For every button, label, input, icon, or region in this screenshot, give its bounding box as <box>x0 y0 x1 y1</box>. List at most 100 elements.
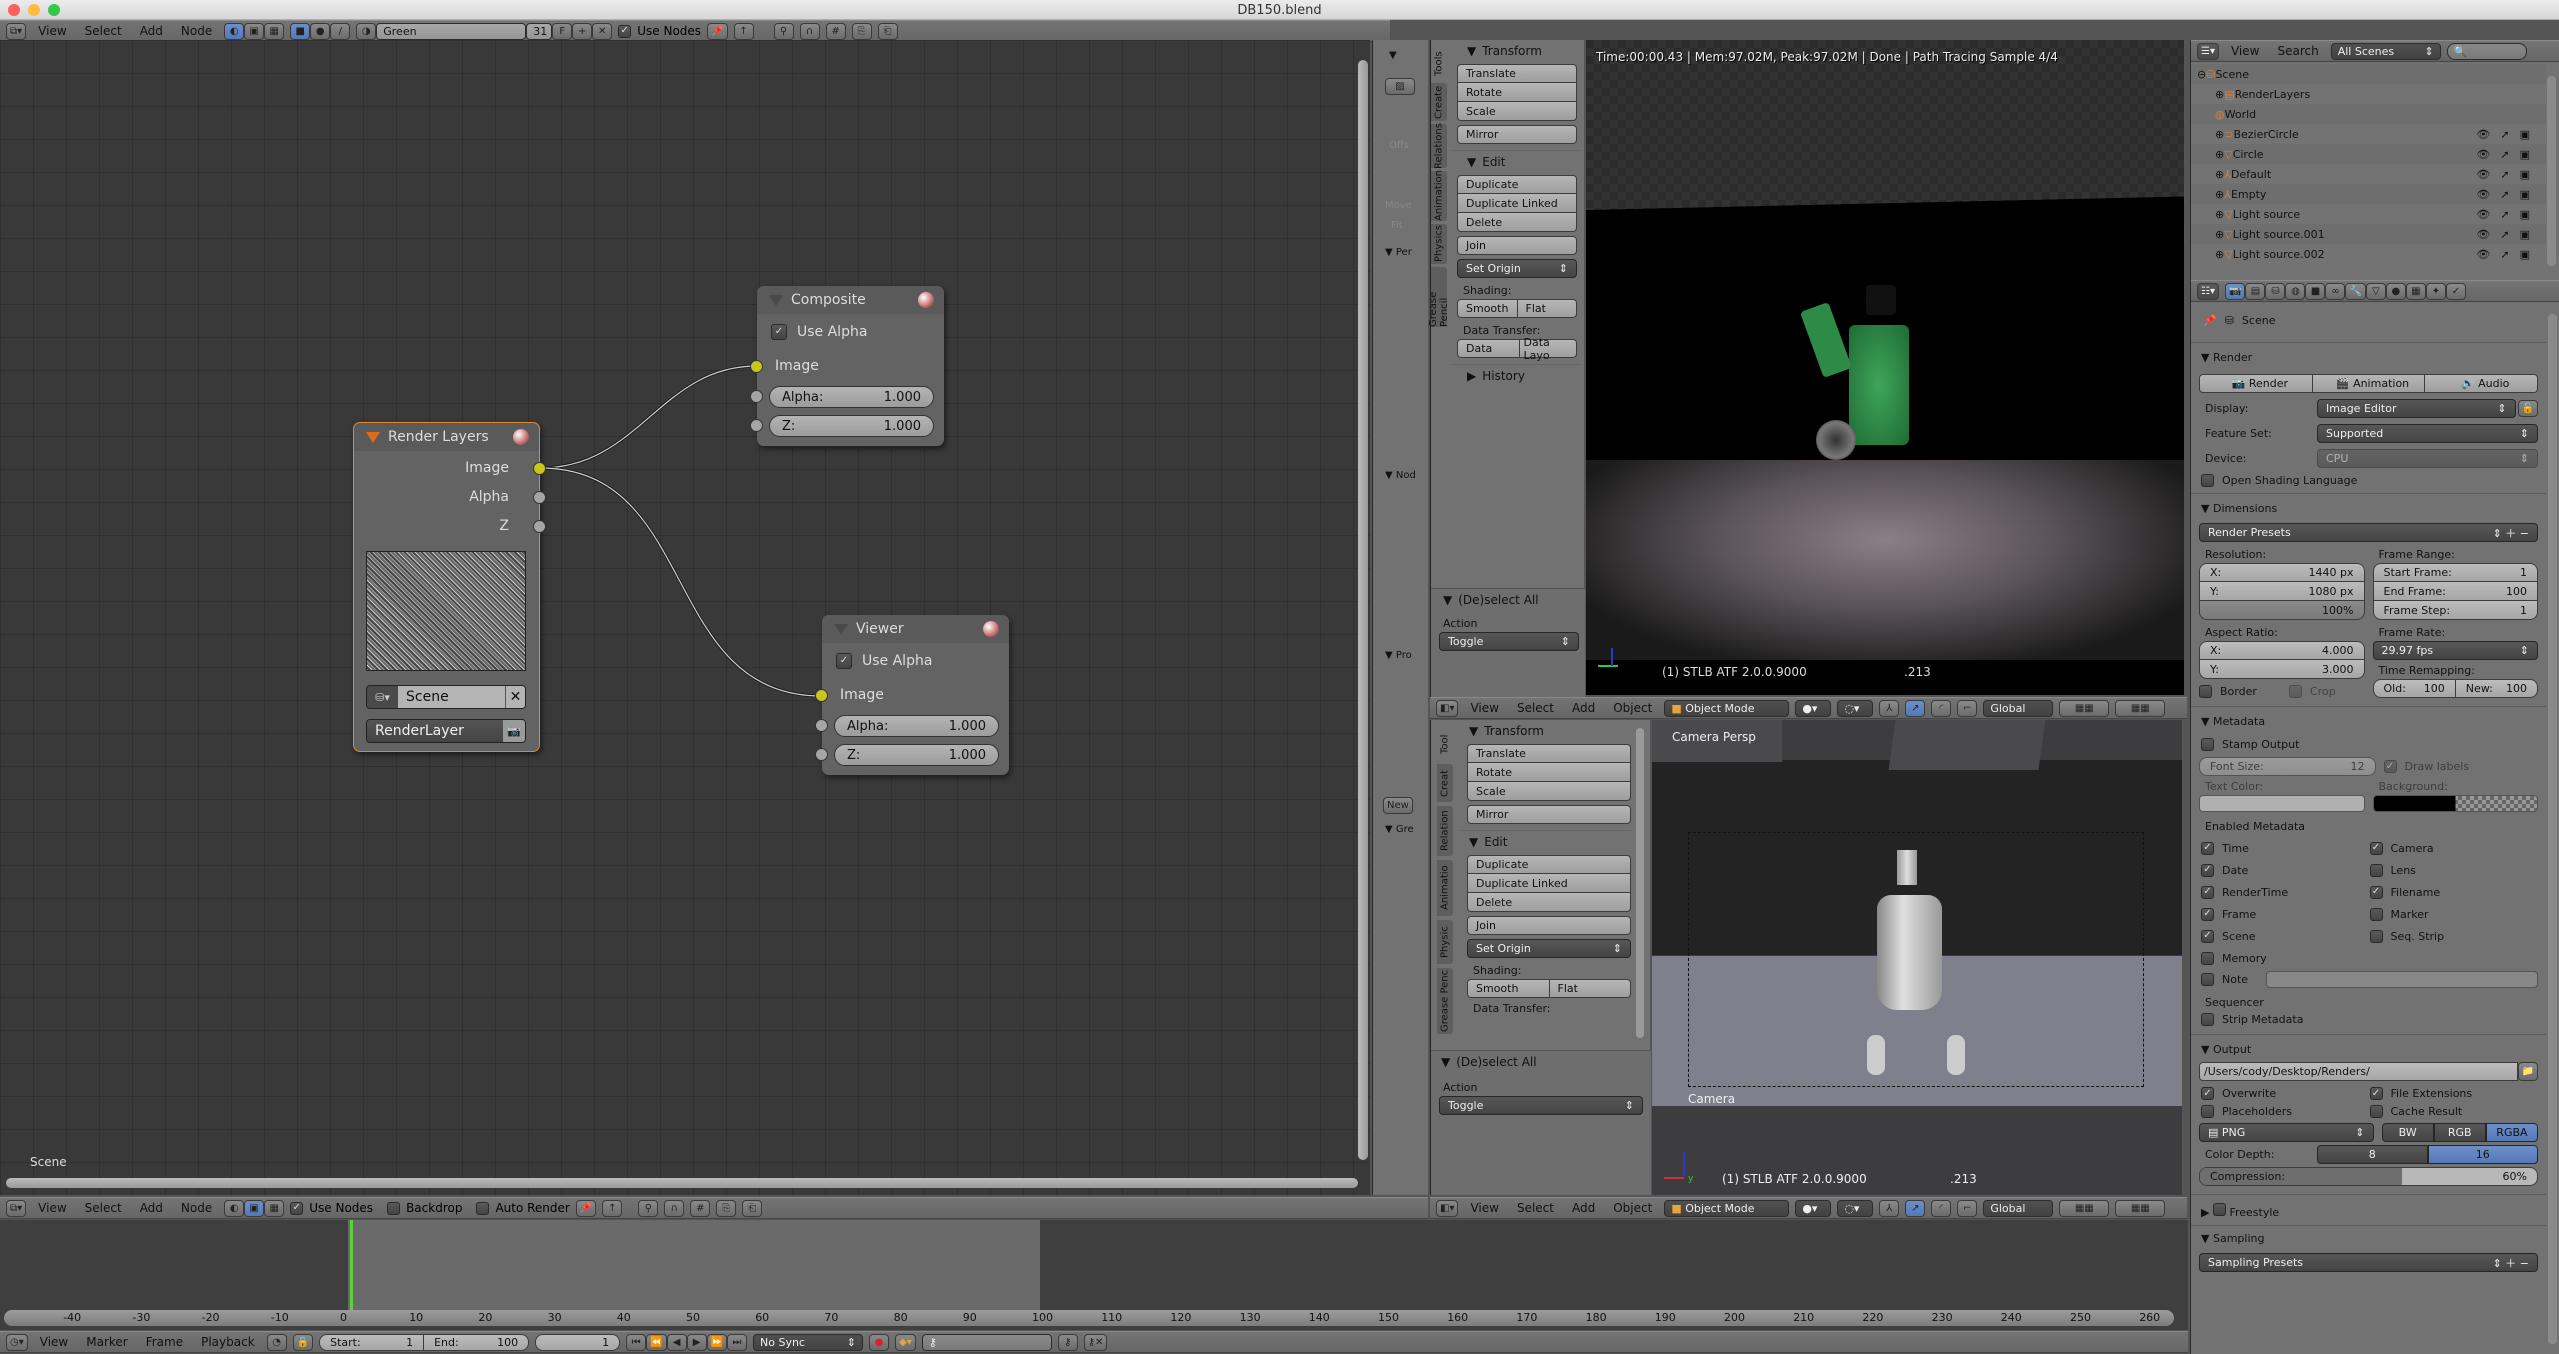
history-section-header[interactable]: ▶ History <box>1451 364 1581 387</box>
menu-marker[interactable]: Marker <box>80 1335 133 1349</box>
menu-object[interactable]: Object <box>1607 1201 1658 1215</box>
scale-manipulator-icon[interactable]: ⌐ <box>1957 1199 1978 1217</box>
input-alpha-socket[interactable] <box>750 390 763 403</box>
metadata-checkbox[interactable]: ✓ <box>2201 863 2214 877</box>
outliner-item[interactable]: ⊕ ⅄ Default 👁➚▣ <box>2191 164 2546 184</box>
lock-icon[interactable]: 🔒 <box>292 1333 314 1351</box>
duplicate-button[interactable]: Duplicate <box>1457 175 1577 194</box>
outliner-item[interactable]: ⊕ ⅄ Empty 👁➚▣ <box>2191 184 2546 204</box>
backdrop-channels-icon[interactable]: ▨ <box>1385 78 1415 95</box>
strip-metadata-checkbox[interactable] <box>2201 1013 2214 1026</box>
data-layout-button[interactable]: Data Layo <box>1519 336 1577 362</box>
expand-toggle-icon[interactable]: ⊕ <box>2215 168 2224 181</box>
note-input[interactable] <box>2266 971 2538 988</box>
mode-dropdown[interactable]: ■ Object Mode <box>1664 1199 1790 1217</box>
menu-node[interactable]: Node <box>175 1201 218 1215</box>
metadata-option[interactable]: Seq. Strip <box>2369 925 2539 947</box>
texture-nodes-icon[interactable]: ▦ <box>264 22 285 40</box>
object-shader-icon[interactable]: ■ <box>290 22 311 40</box>
border-checkbox[interactable] <box>2199 685 2212 698</box>
texture-context-icon[interactable]: ▦ <box>2405 282 2426 300</box>
timeline-ruler[interactable]: -40 -30 -20 -10 0 10 20 30 40 50 60 70 80 90 100 110 120… <box>4 1310 2174 1326</box>
expand-toggle-icon[interactable]: ⊕ <box>2215 188 2224 201</box>
fit-button[interactable]: Fit <box>1391 220 1403 231</box>
fake-user-button[interactable]: F <box>552 22 573 40</box>
color-depth-16[interactable]: 16 <box>2427 1145 2538 1164</box>
nod-section[interactable]: ▼ Nod <box>1385 470 1416 481</box>
edit-section-header[interactable]: ▼ Edit <box>1461 830 1631 853</box>
current-frame-field[interactable]: 1 <box>535 1333 621 1351</box>
tab-grease-pencil[interactable]: Grease Pencil <box>1428 267 1450 327</box>
sampling-presets-dropdown[interactable]: Sampling Presets ⇕ ＋ − <box>2199 1253 2538 1272</box>
metadata-checkbox[interactable] <box>2369 863 2383 877</box>
frame-step-field[interactable]: Frame Step: 1 <box>2372 601 2538 620</box>
collapse-icon[interactable]: ▼ <box>1389 50 1397 61</box>
tab-physics[interactable]: Physics <box>1431 224 1447 264</box>
record-icon[interactable]: ● <box>869 1333 890 1351</box>
start-frame-field[interactable]: Start: 1 <box>319 1333 425 1351</box>
backdrop-checkbox[interactable] <box>387 1201 401 1215</box>
insert-keyframe-icon[interactable]: ⚷ <box>1057 1333 1078 1351</box>
scene-context-icon[interactable]: ⛁ <box>2265 282 2286 300</box>
stamp-output-checkbox[interactable] <box>2201 738 2214 751</box>
pin-icon[interactable]: 📌 <box>575 1199 597 1217</box>
crop-checkbox[interactable] <box>2288 685 2302 698</box>
input-image-socket[interactable] <box>815 689 828 702</box>
deselect-all-header[interactable]: ▼ (De)select All <box>1431 1051 1651 1073</box>
render-layer-name[interactable]: RenderLayer <box>367 720 503 742</box>
expand-toggle-icon[interactable]: ⊕ <box>2215 208 2224 221</box>
current-frame-indicator[interactable] <box>350 1220 353 1310</box>
menu-node[interactable]: Node <box>175 24 218 38</box>
jump-keyframe-forward-icon[interactable]: ⏩ <box>706 1333 728 1351</box>
metadata-option[interactable]: ✓ RenderTime <box>2201 881 2370 903</box>
manipulator-toggle-icon[interactable]: ⅄ <box>1879 1199 1900 1217</box>
magnet-icon[interactable]: ∩ <box>664 1199 685 1217</box>
physics-context-icon[interactable]: ✓ <box>2445 282 2466 300</box>
color-depth-8[interactable]: 8 <box>2317 1145 2428 1164</box>
menu-add[interactable]: Add <box>1566 1201 1601 1215</box>
world-context-icon[interactable]: ◍ <box>2285 282 2306 300</box>
node-header[interactable]: Viewer <box>822 615 1009 643</box>
menu-playback[interactable]: Playback <box>195 1335 261 1349</box>
visibility-toggles-icon[interactable]: 👁➚▣ <box>2476 248 2540 261</box>
viewport-top[interactable]: Time:00:00.43 | Mem:97.02M, Peak:97.02M … <box>1586 40 2184 695</box>
editor-type-button[interactable]: ⧉▾ <box>6 1199 27 1217</box>
metadata-checkbox[interactable]: ✓ <box>2201 885 2214 899</box>
preview-sphere-icon[interactable] <box>513 429 529 445</box>
duplicate-linked-button[interactable]: Duplicate Linked <box>1457 194 1577 213</box>
data-context-icon[interactable]: ▽ <box>2365 282 2386 300</box>
set-origin-dropdown[interactable]: Set Origin ⇕ <box>1467 939 1631 958</box>
menu-add[interactable]: Add <box>134 24 169 38</box>
timeline-area[interactable]: -40 -30 -20 -10 0 10 20 30 40 50 60 70 80 90 100 110 120… <box>0 1220 2188 1330</box>
metadata-checkbox[interactable]: ✓ <box>2201 841 2214 855</box>
tab-create[interactable]: Create <box>1431 83 1447 121</box>
material-context-icon[interactable]: ● <box>2385 282 2406 300</box>
material-name-field[interactable]: Green <box>376 22 527 40</box>
animation-button[interactable]: 🎬 Animation <box>2312 374 2426 393</box>
metadata-option[interactable]: ✓ Filename <box>2369 881 2539 903</box>
scene-icon[interactable]: ⛁▾ <box>367 686 398 708</box>
pivot-dropdown[interactable]: ◌▾ <box>1837 699 1874 717</box>
paste-nodes-icon[interactable]: ⎗ <box>742 1199 763 1217</box>
outliner-item[interactable]: ⊕ ⊃ BezierCircle 👁➚▣ <box>2191 124 2546 144</box>
metadata-option[interactable]: Memory <box>2201 947 2370 969</box>
outliner-item-name[interactable]: Light source.001 <box>2233 228 2325 241</box>
overwrite-checkbox[interactable]: ✓ <box>2201 1087 2214 1100</box>
visibility-toggles-icon[interactable]: 👁➚▣ <box>2476 148 2540 161</box>
menu-view[interactable]: View <box>1464 701 1504 715</box>
expand-toggle-icon[interactable]: ⊕ <box>2215 128 2224 141</box>
metadata-checkbox[interactable] <box>2369 907 2383 921</box>
unlink-scene-icon[interactable]: ✕ <box>505 686 525 708</box>
output-panel-header[interactable]: ▼ Output <box>2191 1034 2546 1062</box>
material-browse-icon[interactable]: ◑ <box>356 22 377 40</box>
layers-grid2-icon[interactable]: ▦▦ <box>2115 1199 2166 1217</box>
aspect-x-field[interactable]: X: 4.000 <box>2199 641 2365 660</box>
orientation-dropdown[interactable]: Global <box>1983 699 2054 717</box>
snap-element-icon[interactable]: # <box>825 22 846 40</box>
data-button[interactable]: Data <box>1457 339 1520 358</box>
feature-set-dropdown[interactable]: Supported ⇕ <box>2317 424 2538 443</box>
menu-select[interactable]: Select <box>1511 1201 1560 1215</box>
frame-rate-dropdown[interactable]: 29.97 fps ⇕ <box>2372 641 2538 660</box>
sync-dropdown[interactable]: No Sync ⇕ <box>753 1333 864 1351</box>
viewer-node[interactable]: Viewer ✓ Use Alpha Image Alpha: 1.000 Z: 1… <box>815 615 1009 775</box>
